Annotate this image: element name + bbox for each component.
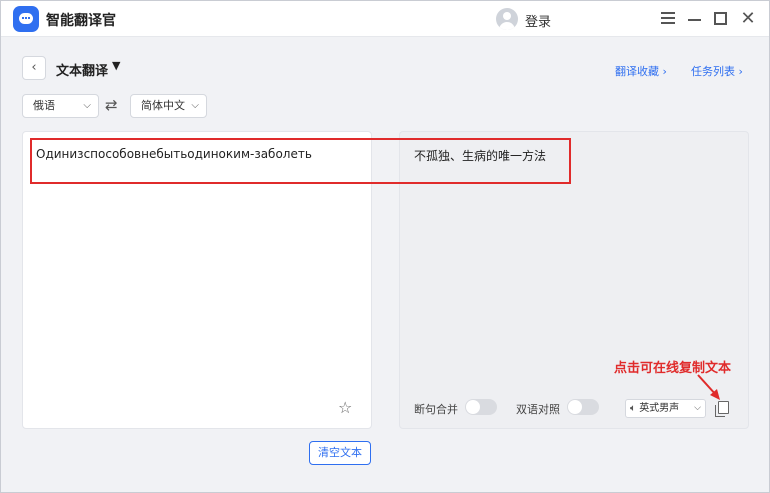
caret-down-icon[interactable]: ▼ xyxy=(112,59,120,72)
app-title: 智能翻译官 xyxy=(46,13,116,29)
swap-languages-icon[interactable]: ⇄ xyxy=(105,96,118,114)
chevron-down-icon: ⌵ xyxy=(191,100,199,111)
merge-sentences-toggle[interactable] xyxy=(465,399,497,415)
source-language-select[interactable]: 俄语 ⌵ xyxy=(22,94,99,118)
bilingual-toggle[interactable] xyxy=(567,399,599,415)
mode-title[interactable]: 文本翻译 xyxy=(56,60,108,79)
login-button[interactable]: 登录 xyxy=(525,11,551,30)
avatar-icon[interactable] xyxy=(496,8,518,30)
bilingual-label: 双语对照 xyxy=(516,403,560,416)
target-language-select[interactable]: 简体中文 ⌵ xyxy=(130,94,207,118)
annotation-arrow-icon xyxy=(697,374,720,400)
clear-text-button[interactable]: 清空文本 xyxy=(309,441,371,465)
title-bar: 智能翻译官 登录 ✕ xyxy=(1,1,769,37)
speaker-icon: 🔈︎ xyxy=(630,403,636,414)
highlight-box xyxy=(30,138,571,184)
voice-label: 英式男声 xyxy=(639,403,680,414)
merge-sentences-label: 断句合并 xyxy=(414,403,458,416)
back-button[interactable]: ‹ xyxy=(22,56,46,80)
app-logo-icon xyxy=(13,6,39,32)
favorites-link[interactable]: 翻译收藏 › xyxy=(615,63,667,79)
minimize-icon[interactable] xyxy=(685,9,705,29)
source-language-label: 俄语 xyxy=(33,99,55,112)
app-window: 智能翻译官 登录 ✕ ‹ 文本翻译 ▼ 翻译收藏 › 任务列表 › 俄语 ⌵ ⇄… xyxy=(0,0,770,493)
maximize-icon[interactable] xyxy=(711,9,731,29)
chevron-left-icon: ‹ xyxy=(31,60,37,75)
voice-select[interactable]: 🔈︎ 英式男声 ⌵ xyxy=(625,399,706,418)
close-icon[interactable]: ✕ xyxy=(738,9,758,29)
star-icon[interactable]: ☆ xyxy=(338,398,352,417)
chevron-down-icon: ⌵ xyxy=(83,100,91,111)
menu-icon[interactable] xyxy=(658,9,678,29)
task-list-link[interactable]: 任务列表 › xyxy=(691,63,743,79)
target-language-label: 简体中文 xyxy=(141,99,185,112)
